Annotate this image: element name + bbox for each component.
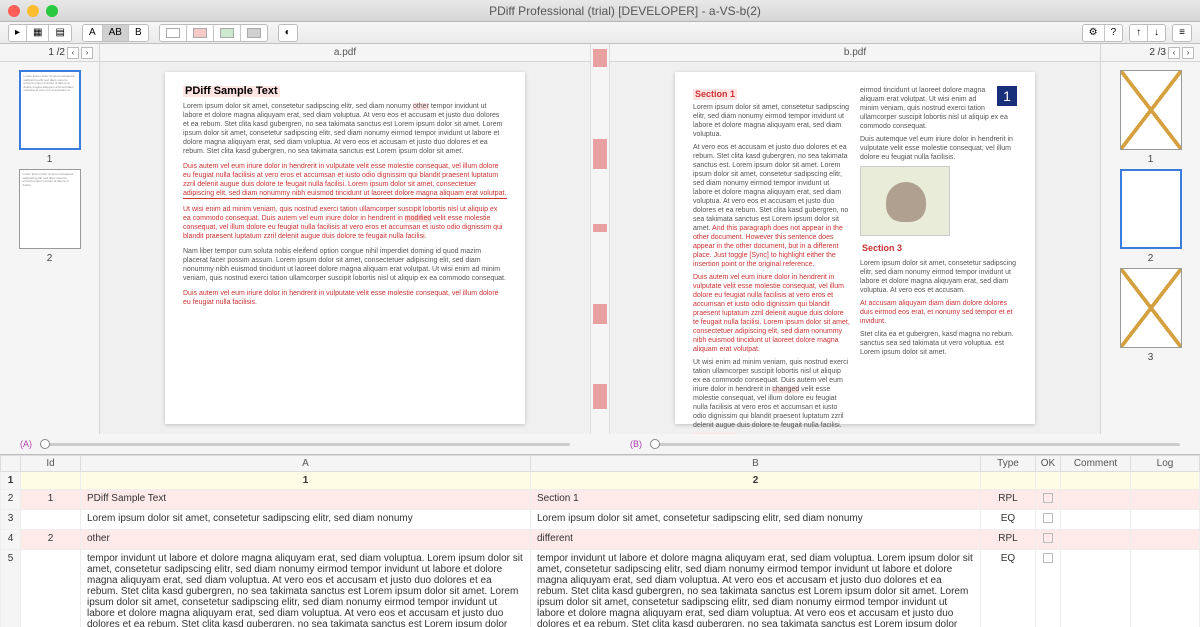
tool-group-1: ▸ ▦ ▤ bbox=[8, 24, 72, 42]
view-b[interactable]: B bbox=[129, 25, 148, 41]
right-filename: b.pdf bbox=[610, 44, 1100, 62]
left-next-page[interactable]: › bbox=[81, 47, 93, 59]
titlebar: PDiff Professional (trial) [DEVELOPER] -… bbox=[0, 0, 1200, 22]
view-a[interactable]: A bbox=[83, 25, 103, 41]
table-row[interactable]: 5tempor invidunt ut labore et dolore mag… bbox=[1, 550, 1200, 627]
left-page-indicator: 1 /2 bbox=[48, 47, 65, 58]
left-thumb-1[interactable]: Lorem ipsum dolor sit amet consetetur sa… bbox=[19, 70, 81, 150]
maximize-window[interactable] bbox=[46, 5, 58, 17]
left-thumb-2[interactable]: Lorem ipsum dolor sit amet consetetur sa… bbox=[19, 169, 81, 249]
right-thumb-3[interactable] bbox=[1120, 268, 1182, 348]
right-thumb-1[interactable] bbox=[1120, 70, 1182, 150]
table-row[interactable]: 21PDiff Sample TextSection 1RPL bbox=[1, 490, 1200, 510]
swatch-white[interactable] bbox=[160, 25, 187, 41]
left-filename: a.pdf bbox=[100, 44, 590, 62]
toolbar: ▸ ▦ ▤ A AB B ◐ ⚙? ↑↓ ≡ bbox=[0, 22, 1200, 44]
swatch-green[interactable] bbox=[214, 25, 241, 41]
doc-b-page: Section 1 Lorem ipsum dolor sit amet, co… bbox=[675, 72, 1035, 424]
color-picker[interactable]: ◐ bbox=[279, 25, 297, 41]
doc-a-page: PDiff Sample Text Lorem ipsum dolor sit … bbox=[165, 72, 525, 424]
view-mode: A AB B bbox=[82, 24, 149, 42]
color-swatches bbox=[159, 24, 268, 42]
settings-button[interactable]: ⚙ bbox=[1083, 25, 1105, 41]
grid-tool[interactable]: ▦ bbox=[27, 25, 49, 41]
menu-button[interactable]: ≡ bbox=[1173, 25, 1191, 41]
slider-row: (A) (B) bbox=[0, 434, 1200, 454]
rows-tool[interactable]: ▤ bbox=[49, 25, 70, 41]
right-thumbnails: 2 /3 ‹ › 1 13 2 3 bbox=[1100, 44, 1200, 434]
left-pane: a.pdf PDiff Sample Text Lorem ipsum dolo… bbox=[100, 44, 590, 434]
cat-image bbox=[860, 166, 950, 236]
nav-down[interactable]: ↓ bbox=[1148, 25, 1165, 41]
window-title: PDiff Professional (trial) [DEVELOPER] -… bbox=[58, 4, 1192, 18]
zoom-slider-b[interactable] bbox=[650, 443, 1180, 446]
left-prev-page[interactable]: ‹ bbox=[67, 47, 79, 59]
misc-tool: ◐ bbox=[278, 24, 298, 42]
minimize-window[interactable] bbox=[27, 5, 39, 17]
view-ab[interactable]: AB bbox=[103, 25, 129, 41]
pointer-tool[interactable]: ▸ bbox=[9, 25, 27, 41]
right-next-page[interactable]: › bbox=[1182, 47, 1194, 59]
right-pane: b.pdf Section 1 Lorem ipsum dolor sit am… bbox=[610, 44, 1100, 434]
doc-a-title: PDiff Sample Text bbox=[183, 86, 280, 97]
zoom-slider-a[interactable] bbox=[40, 443, 570, 446]
diff-gutter[interactable] bbox=[590, 44, 610, 434]
right-page-indicator: 2 /3 bbox=[1149, 47, 1166, 58]
swatch-pink[interactable] bbox=[187, 25, 214, 41]
close-window[interactable] bbox=[8, 5, 20, 17]
help-button[interactable]: ? bbox=[1105, 25, 1123, 41]
table-row[interactable]: 112 bbox=[1, 472, 1200, 490]
right-thumb-2[interactable]: 13 bbox=[1120, 169, 1182, 249]
diff-table[interactable]: Id A B Type OK Comment Log 11221PDiff Sa… bbox=[0, 454, 1200, 627]
swatch-grey[interactable] bbox=[241, 25, 267, 41]
right-prev-page[interactable]: ‹ bbox=[1168, 47, 1180, 59]
table-row[interactable]: 3Lorem ipsum dolor sit amet, consetetur … bbox=[1, 510, 1200, 530]
nav-up[interactable]: ↑ bbox=[1130, 25, 1148, 41]
table-row[interactable]: 42otherdifferentRPL bbox=[1, 530, 1200, 550]
left-thumbnails: 1 /2 ‹ › Lorem ipsum dolor sit amet cons… bbox=[0, 44, 100, 434]
content-area: 1 /2 ‹ › Lorem ipsum dolor sit amet cons… bbox=[0, 44, 1200, 434]
